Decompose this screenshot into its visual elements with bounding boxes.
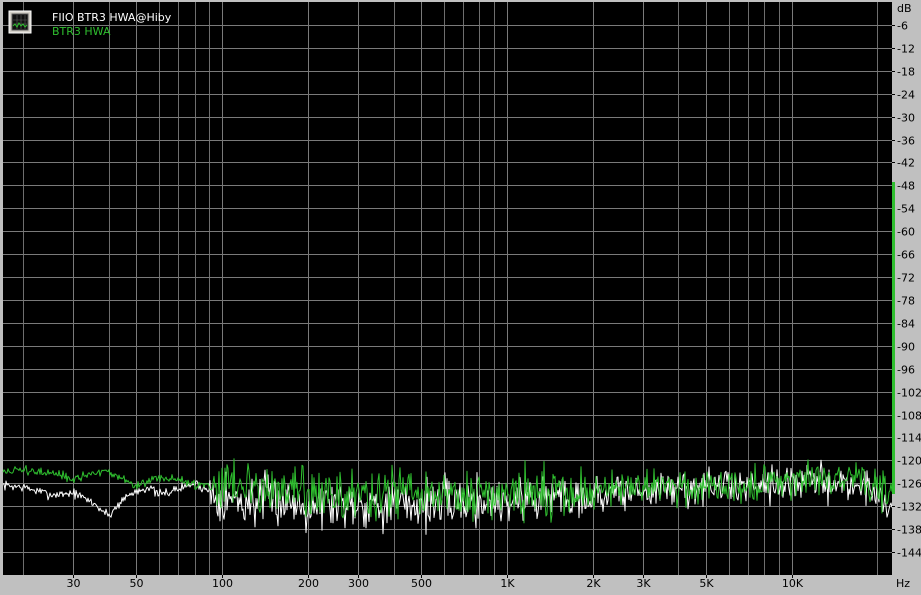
y-tick-label: -126 [897, 478, 921, 491]
x-tick-label: 100 [212, 577, 233, 590]
y-tick-label: -96 [897, 364, 915, 377]
legend-label-series-1: FIIO BTR3 HWA@Hiby [52, 11, 172, 24]
spectrum-chart: FIIO BTR3 HWA@Hiby BTR3 HWA dB -6 -12 -18 -… [0, 0, 921, 591]
x-tick-label: 3K [636, 577, 651, 590]
y-tick-label: -84 [897, 318, 915, 331]
y-tick-label: -120 [897, 455, 921, 468]
x-tick-label: 1K [500, 577, 515, 590]
y-tick-label: -90 [897, 341, 915, 354]
x-tick-label: 300 [348, 577, 369, 590]
y-tick-label: -18 [897, 66, 915, 79]
y-tick-label: -144 [897, 547, 921, 560]
legend-label-series-2: BTR3 HWA [52, 25, 111, 38]
y-tick-label: -72 [897, 272, 915, 285]
y-tick-label: -36 [897, 135, 915, 148]
x-unit-label: Hz [896, 577, 910, 590]
y-tick-label: -6 [897, 20, 908, 33]
chart-root: FIIO BTR3 HWA@Hiby BTR3 HWA dB -6 -12 -18 -… [0, 0, 921, 591]
y-tick-label: -108 [897, 410, 921, 423]
x-tick-label: 500 [411, 577, 432, 590]
y-tick-label: -24 [897, 89, 915, 102]
y-tick-label: -66 [897, 249, 915, 262]
x-tick-label: 2K [586, 577, 601, 590]
y-tick-label: -12 [897, 43, 915, 56]
y-tick-label: -54 [897, 203, 915, 216]
legend-icon[interactable] [8, 10, 32, 34]
y-tick-label: -114 [897, 432, 921, 445]
y-tick-label: -78 [897, 295, 915, 308]
y-tick-label: -42 [897, 157, 915, 170]
y-tick-label: -48 [897, 180, 915, 193]
x-tick-label: 50 [130, 577, 144, 590]
y-tick-label: -138 [897, 524, 921, 537]
x-tick-label: 5K [699, 577, 714, 590]
x-tick-label: 200 [298, 577, 319, 590]
y-tick-label: -30 [897, 112, 915, 125]
y-tick-label: -132 [897, 501, 921, 514]
x-tick-label: 10K [782, 577, 804, 590]
x-tick-label: 30 [67, 577, 81, 590]
level-indicator [892, 182, 895, 494]
y-tick-label: -60 [897, 226, 915, 239]
y-unit-label: dB [897, 2, 912, 15]
y-tick-label: -102 [897, 387, 921, 400]
